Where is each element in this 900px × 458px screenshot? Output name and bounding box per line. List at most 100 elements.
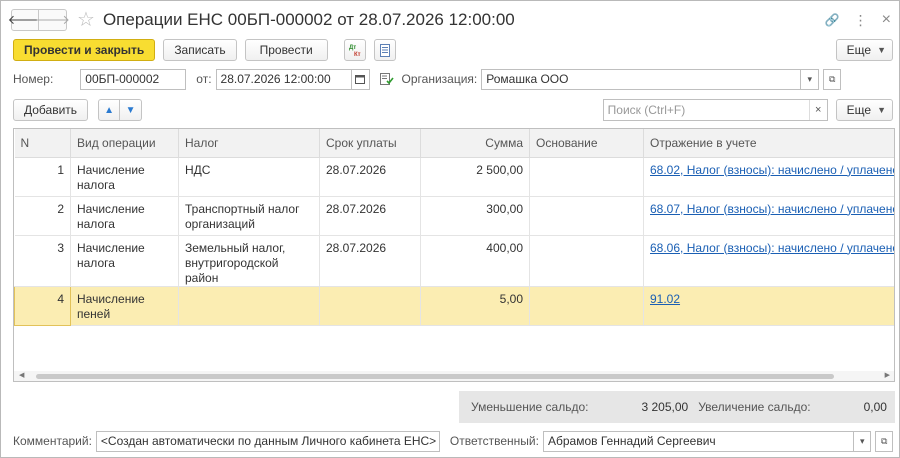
table-row[interactable]: 3 Начисление налога Земельный налог, вну… bbox=[14, 235, 894, 287]
cell-due-date: 28.07.2026 bbox=[319, 235, 421, 287]
column-header-due-date[interactable]: Срок уплаты bbox=[319, 129, 421, 158]
cell-n: 1 bbox=[14, 157, 71, 197]
cell-operation: Начисление налога bbox=[70, 235, 179, 287]
column-header-operation[interactable]: Вид операции bbox=[70, 129, 179, 158]
organization-dropdown-button[interactable]: ▾ bbox=[801, 68, 820, 90]
cell-sum: 5,00 bbox=[420, 286, 530, 326]
account-link[interactable]: 68.07, Налог (взносы): начислено / уплач… bbox=[650, 202, 894, 216]
date-input[interactable]: 28.07.2026 12:00:00 bbox=[215, 68, 352, 90]
cell-operation: Начисление налога bbox=[70, 196, 179, 236]
comment-label: Комментарий: bbox=[13, 434, 92, 448]
cell-basis bbox=[529, 196, 644, 236]
save-button[interactable]: Записать bbox=[163, 39, 237, 61]
cell-operation: Начисление налога bbox=[70, 157, 179, 197]
account-link[interactable]: 91.02 bbox=[650, 292, 680, 306]
column-header-n[interactable]: N bbox=[14, 129, 71, 158]
cell-due-date: 28.07.2026 bbox=[319, 196, 421, 236]
cell-n: 3 bbox=[14, 235, 71, 287]
post-button[interactable]: Провести bbox=[244, 39, 328, 61]
horizontal-scrollbar[interactable]: ◀ ▶ bbox=[14, 371, 894, 381]
cell-sum: 2 500,00 bbox=[420, 157, 530, 197]
column-header-account[interactable]: Отражение в учете bbox=[643, 129, 894, 158]
cell-tax bbox=[178, 286, 320, 326]
cell-sum: 300,00 bbox=[420, 196, 530, 236]
cell-account: 68.06, Налог (взносы): начислено / уплач… bbox=[643, 235, 894, 287]
header-fields: Номер: 00БП-000002 от: 28.07.2026 12:00:… bbox=[13, 68, 893, 90]
comment-input[interactable]: <Создан автоматически по данным Личного … bbox=[95, 430, 440, 452]
favorite-star-icon[interactable]: ☆ bbox=[77, 10, 95, 30]
caret-down-icon: ▾ bbox=[859, 435, 865, 446]
table-more-label: Еще bbox=[846, 103, 872, 117]
clear-search-icon[interactable]: × bbox=[808, 100, 827, 120]
column-header-basis[interactable]: Основание bbox=[529, 129, 644, 158]
calendar-button[interactable] bbox=[351, 68, 370, 90]
column-header-tax[interactable]: Налог bbox=[178, 129, 320, 158]
open-icon: ⧉ bbox=[829, 73, 836, 84]
svg-text:Кт: Кт bbox=[354, 52, 361, 57]
cell-due-date: 28.07.2026 bbox=[319, 157, 421, 197]
page-title: Операции ЕНС 00БП-000002 от 28.07.2026 1… bbox=[102, 10, 515, 29]
search-box: Поиск (Ctrl+F) × bbox=[602, 99, 828, 121]
number-label: Номер: bbox=[13, 72, 54, 86]
cell-tax: НДС bbox=[178, 157, 320, 197]
more-button[interactable]: Еще ▼ bbox=[835, 39, 893, 61]
caret-down-icon: ▼ bbox=[877, 105, 886, 115]
decrease-balance-value: 3 205,00 bbox=[641, 400, 689, 414]
table-row-selected[interactable]: 4 Начисление пеней 5,00 91.02 bbox=[14, 285, 894, 326]
svg-text:Дт: Дт bbox=[349, 45, 356, 51]
dtkt-icon: Дт Кт bbox=[349, 45, 361, 57]
link-icon[interactable]: 🔗 bbox=[825, 13, 840, 27]
title-bar: 🡐 🡒 ☆ Операции ЕНС 00БП-000002 от 28.07.… bbox=[8, 7, 891, 33]
responsible-dropdown-button[interactable]: ▾ bbox=[853, 430, 872, 452]
caret-down-icon: ▾ bbox=[807, 73, 813, 84]
responsible-input[interactable]: Абрамов Геннадий Сергеевич bbox=[542, 430, 854, 452]
organization-input[interactable]: Ромашка ООО bbox=[481, 68, 802, 90]
search-input[interactable]: Поиск (Ctrl+F) bbox=[604, 103, 809, 117]
close-icon[interactable]: × bbox=[882, 11, 891, 29]
more-label: Еще bbox=[846, 43, 872, 57]
arrow-down-icon: ▼ bbox=[125, 104, 136, 116]
scrollbar-thumb[interactable] bbox=[36, 374, 834, 379]
arrow-up-icon: ▲ bbox=[104, 104, 114, 116]
account-link[interactable]: 68.06, Налог (взносы): начислено / уплач… bbox=[650, 241, 894, 255]
cell-account: 68.07, Налог (взносы): начислено / уплач… bbox=[643, 196, 894, 236]
forward-button[interactable]: 🡒 bbox=[35, 9, 70, 31]
cell-sum: 400,00 bbox=[420, 235, 530, 287]
move-down-button[interactable]: ▼ bbox=[120, 99, 143, 121]
column-header-sum[interactable]: Сумма bbox=[420, 129, 530, 158]
caret-down-icon: ▼ bbox=[877, 45, 886, 55]
cell-n: 4 bbox=[14, 285, 71, 326]
move-up-button[interactable]: ▲ bbox=[98, 99, 121, 121]
responsible-open-button[interactable]: ⧉ bbox=[875, 430, 893, 452]
table-row[interactable]: 1 Начисление налога НДС 28.07.2026 2 500… bbox=[14, 157, 894, 197]
increase-balance-label: Увеличение сальдо: bbox=[698, 400, 811, 414]
footer-fields: Комментарий: <Создан автоматически по да… bbox=[13, 430, 893, 452]
cell-basis bbox=[529, 235, 644, 287]
dtkt-button[interactable]: Дт Кт bbox=[343, 39, 366, 61]
more-vertical-icon[interactable]: ⋮ bbox=[854, 12, 868, 29]
table-row[interactable]: 2 Начисление налога Транспортный налог о… bbox=[14, 196, 894, 236]
date-label: от: bbox=[196, 72, 212, 86]
table-more-button[interactable]: Еще ▼ bbox=[835, 99, 893, 121]
scroll-right-icon[interactable]: ▶ bbox=[885, 371, 890, 379]
totals-panel: Уменьшение сальдо: 3 205,00 Увеличение с… bbox=[459, 391, 895, 423]
organization-open-button[interactable]: ⧉ bbox=[823, 68, 842, 90]
increase-balance-value: 0,00 bbox=[863, 400, 887, 414]
cell-n: 2 bbox=[14, 196, 71, 236]
number-input[interactable]: 00БП-000002 bbox=[80, 68, 187, 90]
account-link[interactable]: 68.02, Налог (взносы): начислено / уплач… bbox=[650, 163, 894, 177]
report-button[interactable] bbox=[373, 39, 396, 61]
main-toolbar: Провести и закрыть Записать Провести Дт … bbox=[13, 38, 893, 62]
arrow-right-icon: 🡒 bbox=[35, 12, 70, 27]
document-status-icon bbox=[379, 73, 394, 85]
cell-tax: Земельный налог, внутригородской район bbox=[178, 235, 320, 287]
scroll-left-icon[interactable]: ◀ bbox=[19, 371, 24, 379]
document-window: 🡐 🡒 ☆ Операции ЕНС 00БП-000002 от 28.07.… bbox=[0, 0, 900, 458]
cell-account: 91.02 bbox=[643, 286, 894, 326]
organization-label: Организация: bbox=[401, 72, 478, 86]
post-and-close-button[interactable]: Провести и закрыть bbox=[13, 39, 156, 61]
cell-tax: Транспортный налог организаций bbox=[178, 196, 320, 236]
cell-due-date bbox=[319, 286, 421, 326]
add-row-button[interactable]: Добавить bbox=[13, 99, 89, 121]
cell-basis bbox=[529, 157, 644, 197]
